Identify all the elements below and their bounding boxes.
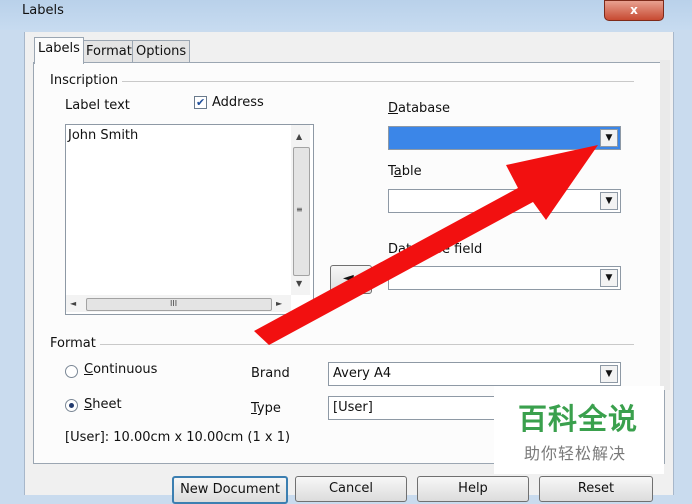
annotation-arrow-icon bbox=[254, 145, 598, 345]
watermark-tagline: 助你轻松解决 bbox=[524, 444, 627, 463]
tab-labels[interactable]: Labels bbox=[34, 37, 84, 64]
watermark-logo-text: 百科全说 bbox=[518, 402, 639, 436]
